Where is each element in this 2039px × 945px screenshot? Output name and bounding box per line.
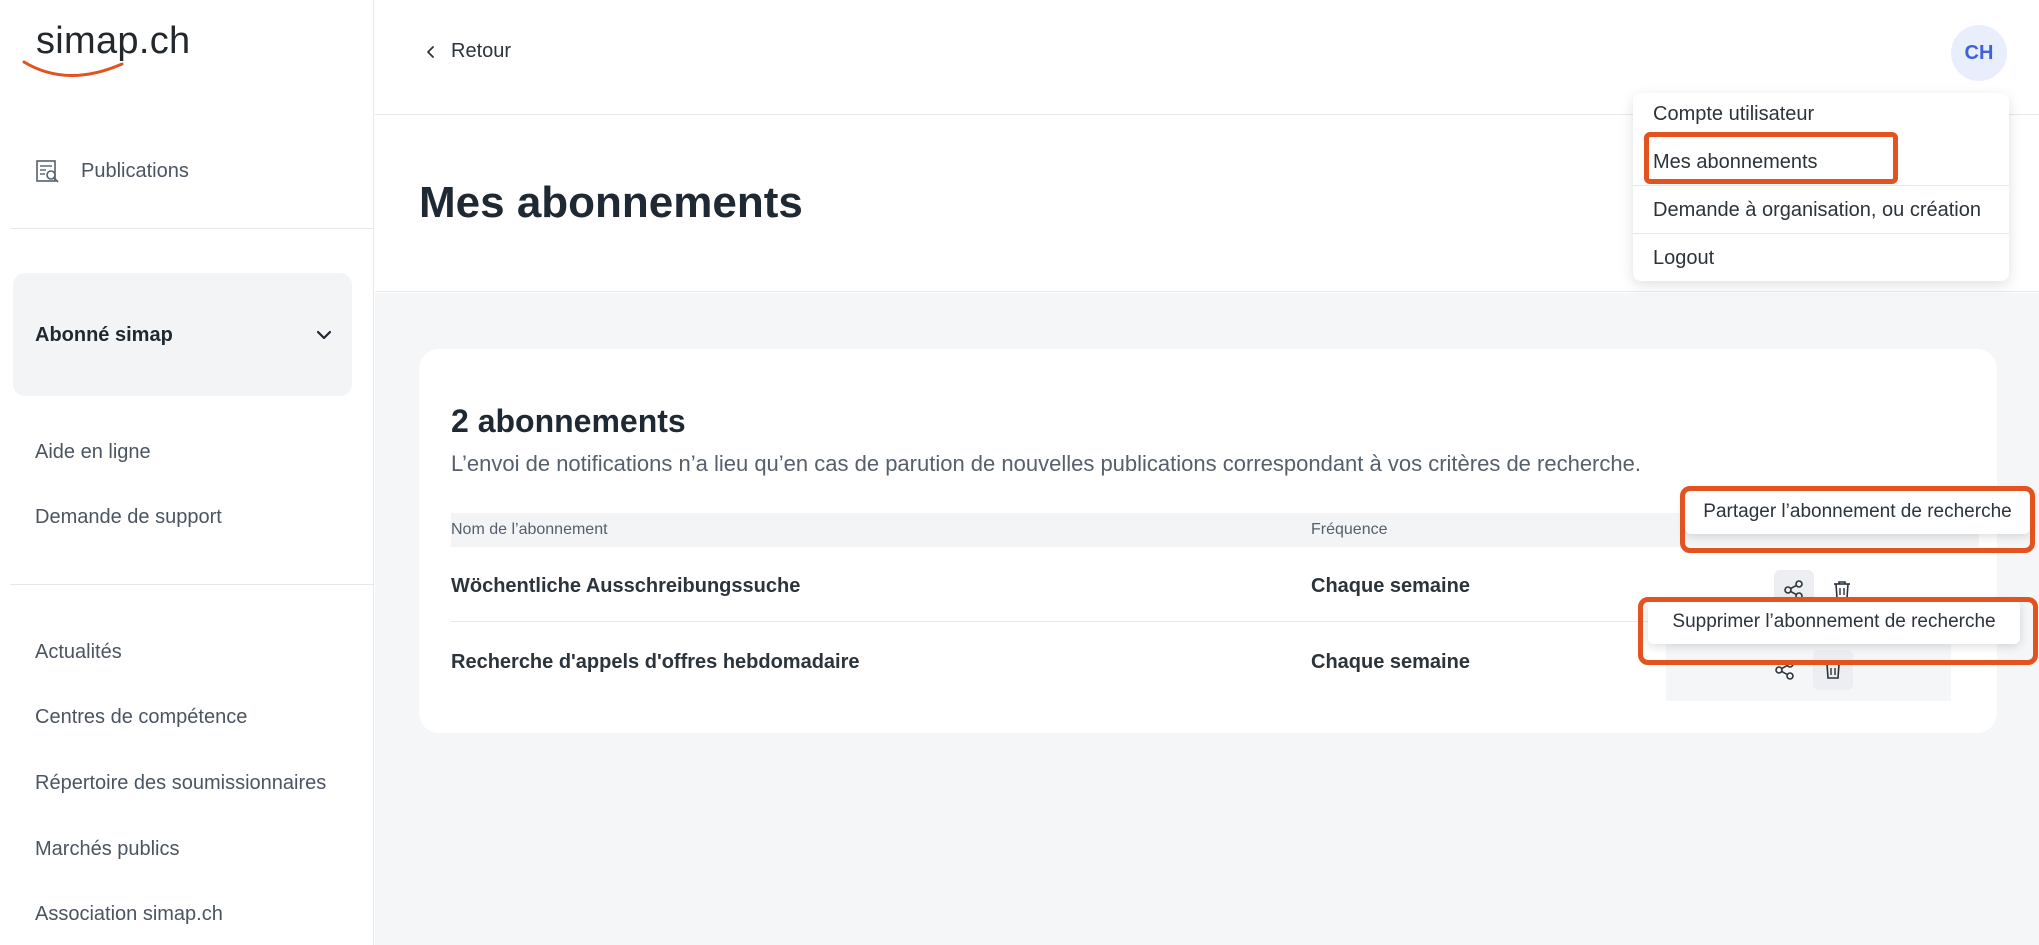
logo-swoosh-icon: [22, 60, 124, 77]
chevron-down-icon: [316, 330, 332, 340]
publications-search-icon: [36, 160, 59, 183]
subscription-frequency: Chaque semaine: [1311, 575, 1470, 597]
simap-logo[interactable]: simap.ch: [22, 18, 212, 78]
sidebar-group-label: Abonné simap: [35, 324, 173, 346]
page-title: Mes abonnements: [419, 178, 803, 227]
menu-item-logout[interactable]: Logout: [1653, 247, 1714, 270]
sidebar-item-support[interactable]: Demande de support: [35, 506, 222, 529]
menu-divider: [1633, 233, 2009, 234]
menu-item-account[interactable]: Compte utilisateur: [1653, 103, 1814, 126]
sidebar-divider: [10, 228, 374, 229]
back-label: Retour: [451, 40, 512, 62]
sidebar-divider: [10, 584, 374, 585]
highlight-delete-tooltip: [1638, 597, 2038, 665]
logo-text: simap.ch: [36, 20, 191, 62]
sidebar-item-actualites[interactable]: Actualités: [35, 641, 122, 664]
menu-divider: [1633, 185, 2009, 186]
sidebar-item-centres[interactable]: Centres de compétence: [35, 706, 247, 729]
user-menu: Compte utilisateur Mes abonnements Deman…: [1633, 93, 2009, 281]
chevron-left-icon: [427, 45, 434, 58]
highlight-mes-abonnements: [1644, 132, 1898, 184]
column-header-frequency: Fréquence: [1311, 521, 1388, 538]
subscriptions-count: 2 abonnements: [451, 403, 686, 439]
sidebar-item-repertoire[interactable]: Répertoire des soumissionnaires: [35, 772, 326, 795]
sidebar-item-label: Publications: [81, 159, 189, 182]
menu-item-organisation[interactable]: Demande à organisation, ou création: [1653, 199, 1981, 222]
sidebar-item-association[interactable]: Association simap.ch: [35, 903, 223, 926]
user-avatar[interactable]: CH: [1951, 25, 2007, 81]
subscriptions-description: L’envoi de notifications n’a lieu qu’en …: [451, 451, 1641, 476]
sidebar: simap.ch Publications Abonné simap Aide …: [0, 0, 374, 945]
highlight-share-tooltip: [1680, 486, 2035, 553]
subscription-frequency: Chaque semaine: [1311, 651, 1470, 673]
column-header-name: Nom de l’abonnement: [451, 521, 608, 538]
subscription-name: Recherche d'appels d'offres hebdomadaire: [451, 651, 860, 673]
sidebar-item-publications[interactable]: Publications: [35, 158, 189, 184]
back-link[interactable]: Retour: [425, 40, 511, 63]
sidebar-group-abonne[interactable]: Abonné simap: [13, 273, 352, 396]
subscription-name: Wöchentliche Ausschreibungssuche: [451, 575, 801, 597]
sidebar-item-marches[interactable]: Marchés publics: [35, 838, 180, 861]
sidebar-item-help[interactable]: Aide en ligne: [35, 441, 151, 464]
